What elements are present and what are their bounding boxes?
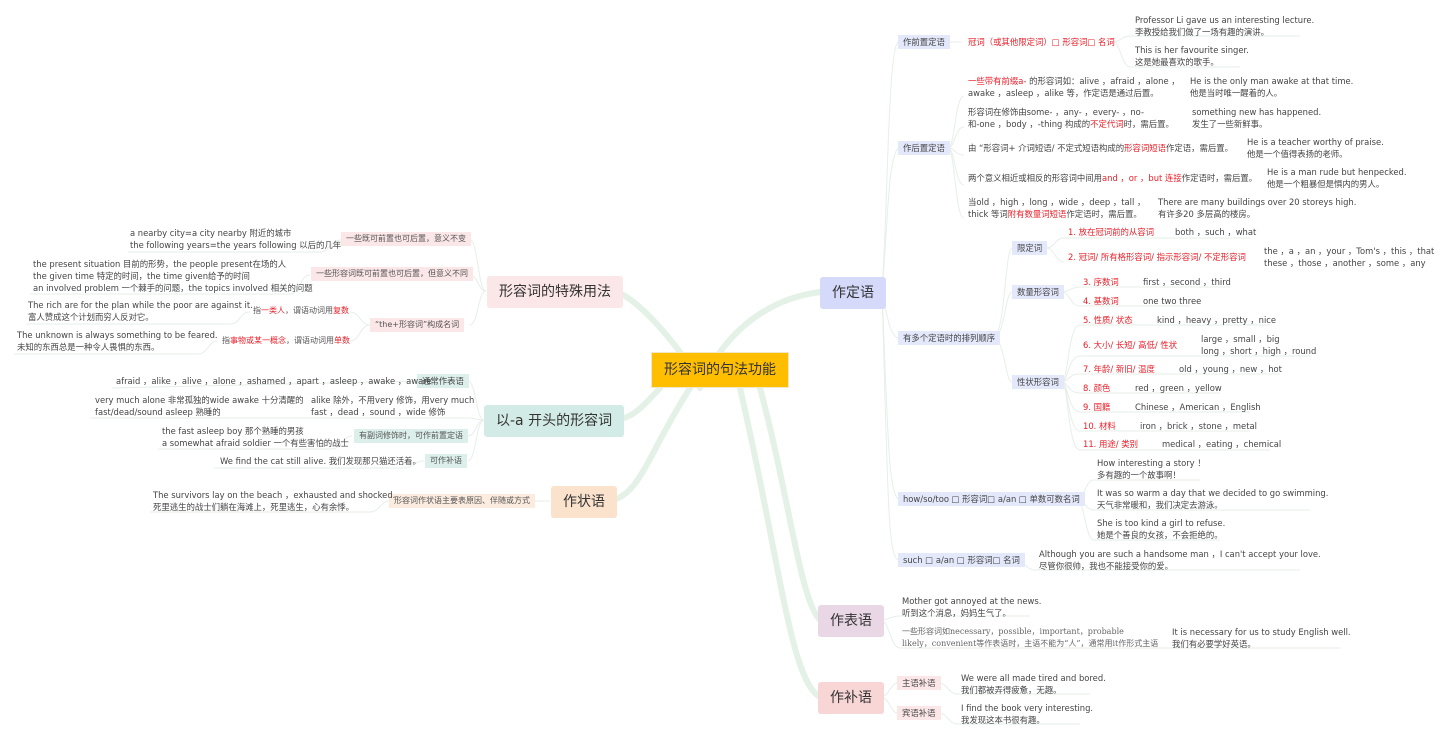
post-attributive-label[interactable]: 作后置定语 — [898, 141, 950, 155]
adverb-modified-label[interactable]: 有副词修饰时，可作前置定语 — [354, 429, 468, 443]
order-label[interactable]: 有多个定语时的排列顺序 — [898, 331, 1001, 345]
example: It was so warm a day that we decided to … — [1097, 488, 1329, 510]
example: There are many buildings over 20 storeys… — [1158, 197, 1357, 219]
root-topic[interactable]: 形容词的句法功能 — [651, 352, 789, 388]
order-item-value: the ，a ，an ，your ，Tom's ，this ，that these… — [1264, 246, 1435, 268]
order-item-value: large ，small ，big long ，short ，high ，roun… — [1201, 334, 1317, 356]
example: We were all made tired and bored. 我们都被弄得疲… — [961, 673, 1106, 695]
order-item-value: iron ，brick ，stone ，metal — [1140, 421, 1257, 431]
example: Professor Li gave us an interesting lect… — [1135, 15, 1315, 37]
order-item-key: 10. 材料 — [1083, 421, 1116, 431]
example: The rich are for the plan while the poor… — [28, 300, 253, 322]
branch-attributive[interactable]: 作定语 — [820, 277, 886, 309]
special-label-c[interactable]: “the+形容词”构成名词 — [370, 318, 465, 332]
order-item-key: 7. 年龄/ 新旧/ 温度 — [1083, 364, 1155, 374]
example: the present situation 目前的形势，the people p… — [33, 259, 313, 293]
order-item-key: 2. 冠词/ 所有格形容词/ 指示形容词/ 不定形容词 — [1068, 252, 1246, 262]
order-item-value: medical ，eating ，chemical — [1162, 439, 1282, 449]
order-item-key: 9. 国籍 — [1083, 402, 1111, 412]
plural-rule: 指一类人，谓语动词用复数 — [253, 306, 349, 315]
branch-a-adjectives[interactable]: 以-a 开头的形容词 — [484, 405, 625, 437]
post-rule-5: 当old ，high ，long ，wide ，deep ，tall ， thi… — [968, 197, 1146, 219]
order-item-value: kind ，heavy ，pretty ，nice — [1157, 315, 1277, 325]
link-root-adverbial — [609, 385, 693, 503]
post-rule-3: 由 “形容词+ 介词短语/ 不定式短语构成的形容词短语作定语，需后置。 — [968, 143, 1234, 153]
post-rule-1: 一些带有前缀a- 的形容词如：alive ，afraid ，alone ， aw… — [968, 76, 1180, 98]
example: We find the cat still alive. 我们发现那只猫还活着。 — [220, 456, 421, 466]
example: It is necessary for us to study English … — [1172, 627, 1351, 649]
such-label[interactable]: such □ a/an □ 形容词□ 名词 — [898, 553, 1025, 567]
link-root-predicative — [757, 385, 823, 623]
singular-rule: 指事物或某一概念，谓语动词用单数 — [222, 336, 350, 345]
how-so-too-label[interactable]: how/so/too □ 形容词□ a/an □ 单数可数名词 — [898, 492, 1085, 506]
order-item-key: 6. 大小/ 长短/ 高低/ 性状 — [1083, 340, 1178, 350]
branch-adverbial[interactable]: 作状语 — [551, 486, 617, 518]
example: This is her favourite singer. 这是她最喜欢的歌手。 — [1135, 45, 1249, 67]
example: something new has happened. 发生了一些新鲜事。 — [1192, 107, 1322, 129]
order-item-key: 3. 序数词 — [1083, 277, 1119, 287]
order-item-value: red ，green ，yellow — [1135, 383, 1222, 393]
modifier-rule: alike 除外，不用very 修饰，用very much fast ，dead … — [311, 395, 475, 417]
order-item-value: one two three — [1143, 296, 1202, 306]
example: Although you are such a handsome man ，I … — [1039, 549, 1321, 571]
order-item-key: 1. 放在冠词前的从容词 — [1068, 227, 1155, 237]
order-item-key: 4. 基数词 — [1083, 296, 1119, 306]
link-root-complement — [737, 385, 823, 700]
branch-predicative[interactable]: 作表语 — [818, 605, 884, 637]
example: She is too kind a girl to refuse. 她是个善良的女… — [1097, 518, 1226, 540]
post-rule-4: 两个意义相近或相反的形容词中间用and ，or ，but 连接作定语时，需后置。 — [968, 173, 1258, 183]
example: a nearby city=a city nearby 附近的城市 the fol… — [130, 228, 342, 250]
example: The survivors lay on the beach ，exhauste… — [153, 490, 396, 512]
example: He is a man rude but henpecked. 他是一个粗暴但是惧… — [1267, 167, 1407, 189]
order-item-key: 8. 颜色 — [1083, 383, 1111, 393]
order-item-value: first ，second ，third — [1143, 277, 1231, 287]
predicative-rule: 一些形容词如necessary，possible，important，proba… — [902, 627, 1159, 648]
example: He is the only man awake at that time. 他是… — [1190, 76, 1354, 98]
group-quality[interactable]: 性状形容词 — [1012, 375, 1064, 389]
branch-complement[interactable]: 作补语 — [818, 682, 884, 714]
example: The unknown is always something to be fe… — [17, 330, 218, 352]
order-item-value: old ，young ，new ，hot — [1179, 364, 1282, 374]
modifier-examples: very much alone 非常孤独的wide awake 十分清醒的 fas… — [95, 395, 304, 417]
example: I find the book very interesting. 我发现这本书很… — [961, 703, 1094, 725]
subject-complement-label[interactable]: 主语补语 — [897, 676, 941, 690]
example: the fast asleep boy 那个熟睡的男孩 a somewhat af… — [162, 426, 349, 448]
group-quantity[interactable]: 数量形容词 — [1012, 285, 1064, 299]
pre-attributive-rule: 冠词（或其他限定词）□ 形容词□ 名词 — [968, 37, 1115, 47]
a-adjective-list: afraid ，alike ，alive ，alone ，ashamed ，ap… — [116, 376, 432, 386]
pre-attributive-label[interactable]: 作前置定语 — [898, 35, 950, 49]
special-label-b[interactable]: 一些形容词既可前置也可后置，但意义不同 — [311, 267, 473, 281]
adverbial-rule-label[interactable]: 形容词作状语主要表原因、伴随或方式 — [389, 494, 535, 508]
example: He is a teacher worthy of praise. 他是一个值得表… — [1247, 137, 1384, 159]
order-item-value: Chinese ，American ，English — [1135, 402, 1261, 412]
complement-label[interactable]: 可作补语 — [425, 454, 467, 468]
order-item-key: 5. 性质/ 状态 — [1083, 315, 1133, 325]
object-complement-label[interactable]: 宾语补语 — [897, 706, 941, 720]
group-determiner[interactable]: 限定词 — [1012, 241, 1048, 255]
order-item-key: 11. 用途/ 类别 — [1083, 439, 1138, 449]
branch-special-usage[interactable]: 形容词的特殊用法 — [487, 276, 623, 308]
order-item-value: both ，such ，what — [1175, 227, 1257, 237]
example: Mother got annoyed at the news. 听到这个消息，妈妈… — [902, 596, 1042, 618]
example: How interesting a story ！多有趣的一个故事啊！ — [1097, 458, 1206, 480]
special-label-a[interactable]: 一些既可前置也可后置，意义不变 — [341, 232, 471, 246]
post-rule-2: 形容词在修饰由some- ，any- ，every- ，no- 和-one ，b… — [968, 107, 1174, 129]
